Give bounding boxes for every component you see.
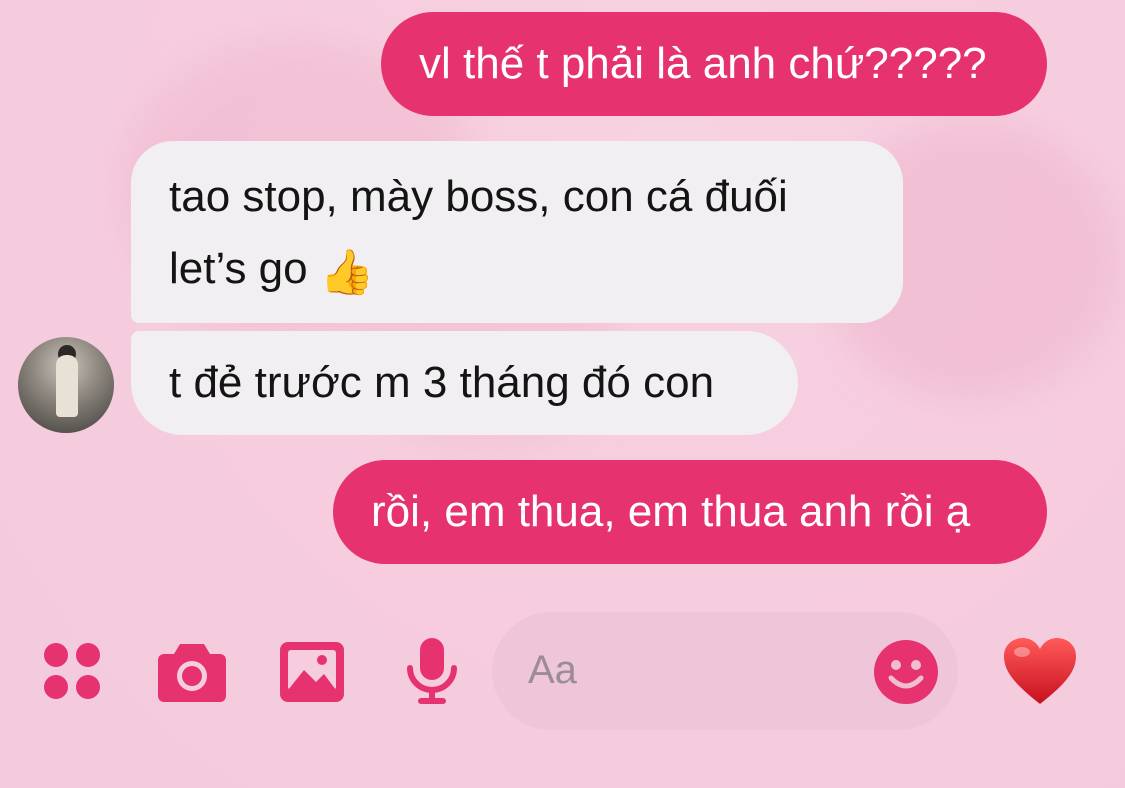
microphone-icon[interactable] bbox=[404, 636, 460, 708]
message-text: let’s go bbox=[169, 244, 308, 293]
incoming-message-bubble[interactable]: tao stop, mày boss, con cá đuối let’s go… bbox=[131, 141, 903, 323]
camera-icon[interactable] bbox=[156, 640, 228, 704]
incoming-message-bubble[interactable]: t đẻ trước m 3 tháng đó con bbox=[131, 331, 798, 435]
message-input-placeholder: Aa bbox=[528, 648, 577, 692]
heart-icon[interactable] bbox=[1002, 636, 1078, 706]
avatar-figure bbox=[56, 355, 78, 417]
message-text-line: let’s go 👍 bbox=[169, 233, 865, 309]
message-input[interactable]: Aa bbox=[492, 612, 958, 730]
gallery-icon[interactable] bbox=[278, 640, 346, 704]
outgoing-message-bubble[interactable]: vl thế t phải là anh chứ????? bbox=[381, 12, 1047, 116]
thumbs-up-emoji-icon: 👍 bbox=[319, 248, 375, 297]
message-text: rồi, em thua, em thua anh rồi ạ bbox=[371, 487, 971, 536]
message-text-line: tao stop, mày boss, con cá đuối bbox=[169, 172, 788, 221]
apps-icon[interactable] bbox=[44, 643, 102, 701]
message-text: vl thế t phải là anh chứ????? bbox=[419, 39, 987, 88]
emoji-icon[interactable] bbox=[874, 640, 938, 704]
avatar[interactable] bbox=[18, 337, 114, 433]
outgoing-message-bubble[interactable]: rồi, em thua, em thua anh rồi ạ bbox=[333, 460, 1047, 564]
message-text: t đẻ trước m 3 tháng đó con bbox=[169, 358, 715, 407]
